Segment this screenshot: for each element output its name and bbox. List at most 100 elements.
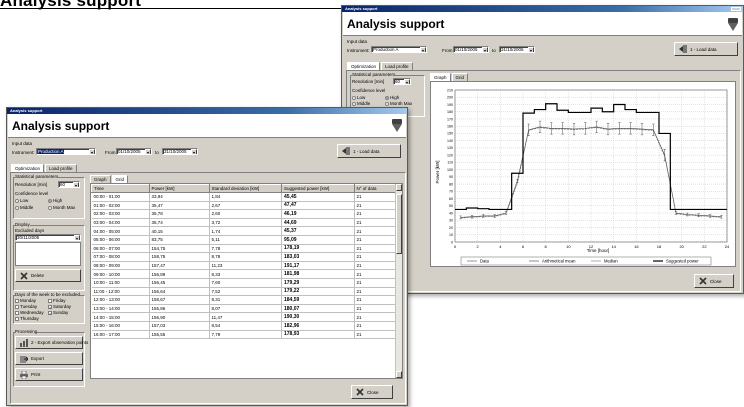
table-cell: 156,90 <box>149 312 210 322</box>
tab-load-profile[interactable]: Load profile <box>45 164 77 172</box>
radio-low[interactable]: Low <box>352 95 365 100</box>
scroll-thumb[interactable] <box>396 194 402 254</box>
table-row[interactable]: 16:00 - 17:00 155,55 7,79 178,93 21 <box>91 330 402 340</box>
table-cell: 35,47 <box>149 201 210 211</box>
tab-load-profile[interactable]: Load profile <box>381 62 413 70</box>
chevron-down-icon <box>145 149 151 154</box>
x-axis-label: Time [hour] <box>587 248 610 253</box>
data-grid: Time Power [kW] Standard deviation [kW] Sug… <box>90 183 403 379</box>
table-cell: 3,72 <box>209 218 282 228</box>
tab-grid[interactable]: Grid <box>111 175 129 183</box>
column-header[interactable]: Power [kW] <box>148 184 210 193</box>
radio-high[interactable]: High <box>48 198 62 203</box>
radio-low[interactable]: Low <box>15 198 28 203</box>
table-row[interactable]: 10:00 - 11:00 156,45 7,60 179,29 21 <box>91 278 402 288</box>
table-row[interactable]: 07:00 - 08:00 158,75 8,78 183,03 21 <box>91 252 402 262</box>
instrument-select[interactable]: Production A <box>371 46 427 53</box>
delete-button[interactable]: Delete <box>15 269 81 282</box>
table-row[interactable]: 03:00 - 04:00 35,74 3,72 44,69 21 <box>91 218 402 228</box>
checkbox-wednesday[interactable]: Wednesday <box>15 310 44 315</box>
load-data-button[interactable]: 1 - Load data <box>674 42 738 56</box>
radio-month-max[interactable]: Month Max <box>48 205 75 210</box>
resolution-select[interactable]: 60 <box>393 78 411 85</box>
checkbox-saturday[interactable]: ✓ Saturday <box>48 304 71 309</box>
display-label: Display <box>15 222 30 227</box>
chevron-down-icon <box>482 47 488 52</box>
table-cell: 157,03 <box>149 321 210 331</box>
from-date-field[interactable]: 01/10/2005 <box>116 148 152 155</box>
legend-label: Arithmetical mean <box>542 259 576 264</box>
y-axis-label: Power [kW] <box>435 160 440 183</box>
legend-label: Median <box>604 259 618 264</box>
x-tick-label: 8 <box>545 244 548 249</box>
radio-middle[interactable]: Middle <box>352 101 370 106</box>
export-points-button[interactable]: 2 - Export observation points <box>15 336 88 349</box>
table-cell: 179,22 <box>281 287 355 297</box>
chart-tabs: Graph Grid <box>90 175 129 183</box>
checkbox-sunday[interactable]: ✓ Sunday <box>48 310 68 315</box>
table-cell: 07:00 - 08:00 <box>91 252 150 262</box>
excluded-days-list[interactable] <box>15 242 81 266</box>
checkbox-tuesday[interactable]: Tuesday <box>15 304 37 309</box>
table-cell: 45,37 <box>281 226 355 236</box>
table-row[interactable]: 01:00 - 02:00 35,47 2,67 47,47 21 <box>91 201 402 211</box>
table-cell: 7,52 <box>209 287 282 297</box>
app-title: Analysis support <box>12 119 110 133</box>
tab-grid[interactable]: Grid <box>451 73 469 81</box>
table-row[interactable]: 11:00 - 12:00 156,64 7,52 179,22 21 <box>91 287 402 297</box>
tab-graph[interactable]: Graph <box>430 73 451 81</box>
tab-optimization[interactable]: Optimization <box>347 62 381 70</box>
to-date-field[interactable]: 31/10/2005 <box>162 148 198 155</box>
export-button[interactable]: Export <box>15 352 83 365</box>
table-row[interactable]: 12:00 - 13:00 158,67 8,31 184,59 21 <box>91 295 402 305</box>
close-button[interactable]: Close <box>694 274 734 288</box>
processing-label: Processing <box>15 329 38 334</box>
x-tick-label: 10 <box>566 244 571 249</box>
checkbox-friday[interactable]: Friday <box>48 298 66 303</box>
table-row[interactable]: 08:00 - 09:00 157,47 11,23 191,17 21 <box>91 261 402 271</box>
load-data-button[interactable]: 1 - Load data <box>337 144 401 158</box>
table-row[interactable]: 04:00 - 05:00 40,15 1,74 45,37 21 <box>91 226 402 236</box>
table-row[interactable]: 14:00 - 15:00 156,90 11,47 190,30 21 <box>91 312 402 322</box>
instrument-select[interactable]: Production A <box>36 148 96 155</box>
front-window: Analysis support Analysis support Input … <box>6 107 408 406</box>
resolution-label: Resolution [min] <box>352 79 385 84</box>
table-row[interactable]: 09:00 - 10:00 156,89 8,33 181,98 21 <box>91 269 402 279</box>
table-row[interactable]: 15:00 - 16:00 157,03 8,54 182,96 21 <box>91 321 402 331</box>
excluded-days-select[interactable]: 30/11/2005 <box>15 234 81 241</box>
scroll-up-button[interactable] <box>396 184 402 191</box>
window-close-icon[interactable] <box>731 7 741 11</box>
checkbox-thursday[interactable]: Thursday <box>15 316 39 321</box>
print-button[interactable]: Print <box>15 368 83 381</box>
table-row[interactable]: 00:00 - 01:00 33,94 1,84 45,45 21 <box>91 192 402 202</box>
table-cell: 184,59 <box>281 295 355 305</box>
chevron-down-icon <box>73 182 79 187</box>
column-header[interactable]: Standard deviation [kW] <box>208 184 282 193</box>
column-header[interactable]: Time <box>91 184 150 193</box>
y-tick-label: 150 <box>447 132 453 136</box>
radio-middle[interactable]: Middle <box>15 205 33 210</box>
close-button[interactable]: Close <box>351 385 393 399</box>
radio-high[interactable]: High <box>385 95 399 100</box>
from-date-field[interactable]: 01/10/2005 <box>453 46 489 53</box>
table-row[interactable]: 05:00 - 06:00 83,75 5,11 95,09 21 <box>91 235 402 245</box>
checkbox-monday[interactable]: Monday <box>15 298 36 303</box>
tab-graph[interactable]: Graph <box>90 175 111 183</box>
tab-optimization[interactable]: Optimization <box>11 164 45 172</box>
table-row[interactable]: 02:00 - 03:00 35,78 2,60 46,19 21 <box>91 209 402 219</box>
radio-month-max[interactable]: Month Max <box>385 101 412 106</box>
checkbox-box: ✓ <box>48 304 53 310</box>
vertical-scrollbar[interactable] <box>395 184 402 378</box>
y-tick-label: 70 <box>449 190 453 194</box>
column-header[interactable]: Suggested power [kW] <box>281 184 355 193</box>
table-cell: 47,47 <box>281 201 355 211</box>
to-date-field[interactable]: 31/10/2005 <box>499 46 535 53</box>
table-cell: 10:00 - 11:00 <box>91 278 150 288</box>
delete-icon <box>20 271 28 280</box>
table-row[interactable]: 13:00 - 14:00 155,86 8,07 180,07 21 <box>91 304 402 314</box>
scroll-down-button[interactable] <box>396 371 402 378</box>
confidence-label: Confidence level <box>352 88 386 93</box>
x-tick-label: 18 <box>657 244 662 249</box>
resolution-select[interactable]: 60 <box>58 181 80 188</box>
table-row[interactable]: 06:00 - 07:00 154,75 7,78 178,19 21 <box>91 244 402 254</box>
